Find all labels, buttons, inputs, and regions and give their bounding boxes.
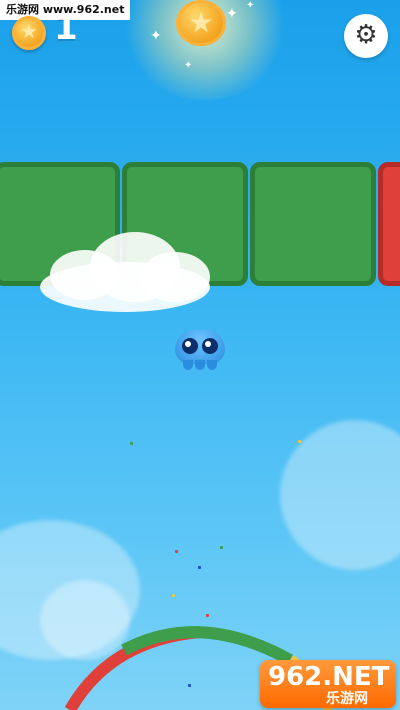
sparkle-icon: ✦	[226, 6, 238, 22]
confetti-particle	[198, 566, 201, 569]
sparkle-icon: ✦	[184, 60, 193, 71]
player-eye	[182, 338, 198, 354]
obstacle-block-red	[378, 162, 400, 286]
sparkle-icon: ✦	[150, 28, 162, 44]
obstacle-block-green	[250, 162, 376, 286]
player-eye	[202, 338, 218, 354]
game-stage[interactable]: ★ ✦ ✦ ✦ ✦ 乐游网 www.962.net ★ 1 ⚙ 962.NET	[0, 0, 400, 710]
score-counter: 1	[54, 8, 78, 48]
floating-cloud	[20, 222, 220, 322]
coin-star-icon: ★	[12, 16, 46, 50]
confetti-particle	[175, 550, 178, 553]
confetti-particle	[298, 440, 301, 443]
confetti-particle	[220, 546, 223, 549]
star-coin-icon: ★	[176, 0, 226, 46]
gear-icon: ⚙	[354, 20, 378, 50]
confetti-particle	[172, 594, 175, 597]
sparkle-icon: ✦	[246, 0, 255, 11]
watermark-logo-subtext: 乐游网	[326, 691, 368, 707]
watermark-logo: 962.NET 乐游网	[260, 660, 396, 708]
player-character	[175, 330, 225, 372]
settings-button[interactable]: ⚙	[344, 14, 388, 58]
confetti-particle	[130, 442, 133, 445]
